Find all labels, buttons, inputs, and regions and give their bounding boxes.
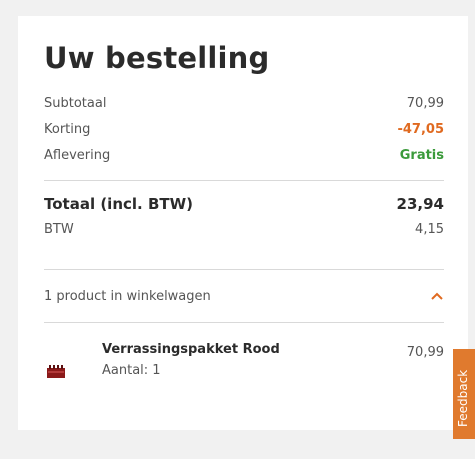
divider [44,269,444,270]
delivery-value: Gratis [399,147,444,163]
delivery-row: Aflevering Gratis [44,146,444,164]
product-name: Verrassingspakket Rood [102,342,280,357]
total-value: 23,94 [396,195,444,213]
cart-toggle[interactable]: 1 product in winkelwagen [44,285,444,307]
order-title: Uw bestelling [44,41,270,75]
product-quantity: Aantal: 1 [102,363,161,378]
discount-label: Korting [44,121,91,137]
vat-row: BTW 4,15 [44,220,444,238]
divider [44,180,444,181]
product-image [46,364,66,378]
total-label: Totaal (incl. BTW) [44,195,194,213]
divider [44,322,444,323]
cart-item: Verrassingspakket Rood Aantal: 1 70,99 [44,342,444,392]
subtotal-value: 70,99 [406,95,444,111]
vat-label: BTW [44,221,74,237]
chevron-up-icon[interactable] [430,288,444,304]
discount-value: -47,05 [397,121,444,137]
feedback-tab[interactable]: Feedback [453,349,475,439]
total-row: Totaal (incl. BTW) 23,94 [44,195,444,213]
product-price: 70,99 [406,345,444,360]
vat-value: 4,15 [415,221,444,237]
discount-row: Korting -47,05 [44,120,444,138]
feedback-label: Feedback [456,369,470,427]
delivery-label: Aflevering [44,147,111,163]
subtotal-row: Subtotaal 70,99 [44,94,444,112]
cart-summary-label: 1 product in winkelwagen [44,288,211,304]
subtotal-label: Subtotaal [44,95,107,111]
order-summary-card: Uw bestelling Subtotaal 70,99 Korting -4… [18,16,468,430]
